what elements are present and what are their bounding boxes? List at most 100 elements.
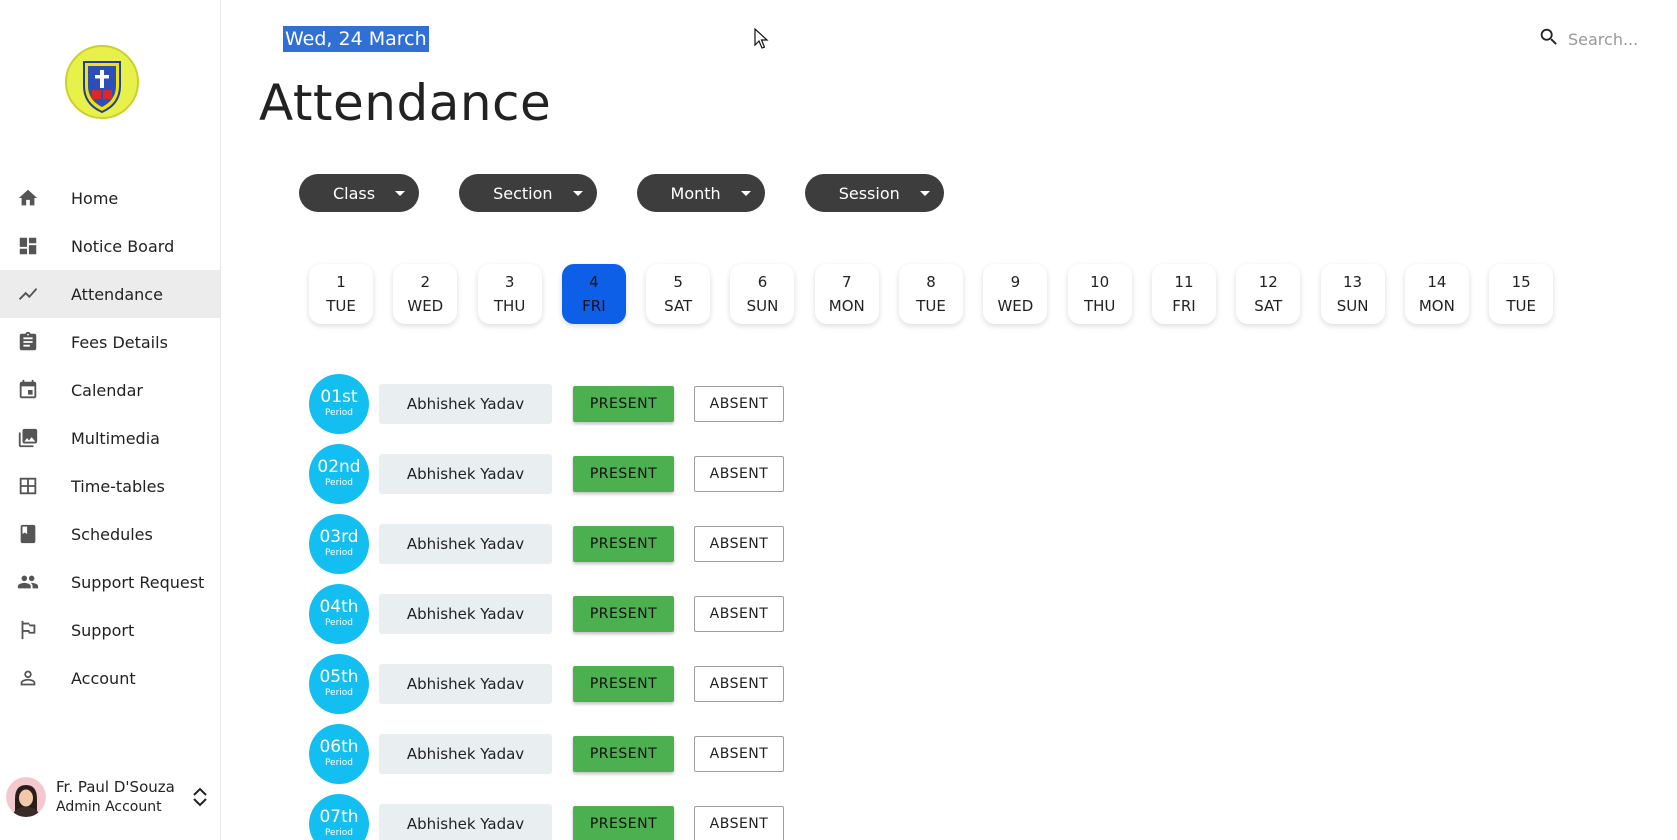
day-card[interactable]: 5 SAT bbox=[646, 264, 711, 324]
day-number: 12 bbox=[1258, 273, 1278, 291]
sidebar-item-account[interactable]: Account bbox=[0, 654, 220, 702]
period-badge: 05th Period bbox=[309, 654, 369, 714]
filter-bar: Class Section Month Session bbox=[299, 174, 944, 212]
sidebar-item-fees-details[interactable]: Fees Details bbox=[0, 318, 220, 366]
day-card[interactable]: 1 TUE bbox=[309, 264, 373, 324]
day-card[interactable]: 11 FRI bbox=[1151, 264, 1216, 324]
sidebar-item-time-tables[interactable]: Time-tables bbox=[0, 462, 220, 510]
day-card[interactable]: 15 TUE bbox=[1489, 264, 1554, 324]
month-dropdown-label: Month bbox=[670, 183, 721, 203]
section-dropdown[interactable]: Section bbox=[459, 174, 597, 212]
sidebar-item-calendar[interactable]: Calendar bbox=[0, 366, 220, 414]
unfold-icon[interactable] bbox=[190, 785, 210, 809]
caret-down-icon bbox=[395, 190, 406, 196]
day-number: 10 bbox=[1090, 273, 1110, 291]
absent-button[interactable]: ABSENT bbox=[694, 736, 784, 772]
day-card[interactable]: 9 WED bbox=[983, 264, 1048, 324]
day-number: 15 bbox=[1511, 273, 1531, 291]
period-caption: Period bbox=[324, 478, 354, 488]
day-card[interactable]: 2 WED bbox=[393, 264, 458, 324]
sidebar-item-label: Support Request bbox=[71, 572, 205, 592]
caret-down-icon bbox=[740, 190, 751, 196]
clipboard-icon bbox=[16, 330, 40, 354]
grid-icon bbox=[16, 474, 40, 498]
day-weekday: MON bbox=[1418, 297, 1455, 315]
absent-button[interactable]: ABSENT bbox=[694, 806, 784, 840]
day-card[interactable]: 14 MON bbox=[1404, 264, 1469, 324]
day-card[interactable]: 7 MON bbox=[814, 264, 879, 324]
absent-button[interactable]: ABSENT bbox=[694, 666, 784, 702]
day-weekday: TUE bbox=[1506, 297, 1536, 315]
sidebar-item-label: Fees Details bbox=[71, 332, 168, 352]
month-dropdown[interactable]: Month bbox=[636, 174, 765, 212]
day-card-selected[interactable]: 4 FRI bbox=[561, 264, 626, 324]
period-badge: 04th Period bbox=[309, 584, 369, 644]
period-badge: 07th Period bbox=[309, 794, 369, 840]
day-number: 13 bbox=[1343, 273, 1363, 291]
present-button[interactable]: PRESENT bbox=[573, 596, 674, 632]
user-name: Fr. Paul D'Souza bbox=[56, 778, 175, 796]
current-date: Wed, 24 March bbox=[283, 26, 429, 52]
day-card[interactable]: 10 THU bbox=[1067, 264, 1132, 324]
absent-button[interactable]: ABSENT bbox=[694, 526, 784, 562]
period-badge: 03rd Period bbox=[309, 514, 369, 574]
period-number: 07th bbox=[319, 807, 359, 827]
day-selector: 1 TUE 2 WED 3 THU 4 FRI 5 SAT 6 SUN 7 MON 8 TUE … bbox=[309, 264, 1573, 324]
day-number: 2 bbox=[420, 273, 431, 291]
day-card[interactable]: 8 TUE bbox=[899, 264, 964, 324]
class-dropdown-label: Class bbox=[333, 183, 376, 203]
day-card[interactable]: 12 SAT bbox=[1236, 264, 1301, 324]
day-weekday: WED bbox=[407, 297, 444, 315]
main-content: Wed, 24 March Attendance Class Section M… bbox=[221, 0, 1677, 840]
dashboard-icon bbox=[16, 234, 40, 258]
sidebar-item-label: Time-tables bbox=[71, 476, 165, 496]
day-card[interactable]: 3 THU bbox=[477, 264, 542, 324]
period-number: 05th bbox=[319, 667, 359, 687]
sidebar-item-support[interactable]: Support bbox=[0, 606, 220, 654]
page-title: Attendance bbox=[259, 74, 552, 132]
mouse-pointer-icon bbox=[754, 27, 770, 50]
present-button[interactable]: PRESENT bbox=[573, 666, 674, 702]
day-number: 1 bbox=[336, 273, 346, 291]
sidebar-item-label: Support bbox=[71, 620, 135, 640]
sidebar-item-label: Home bbox=[71, 188, 119, 208]
sidebar-item-schedules[interactable]: Schedules bbox=[0, 510, 220, 558]
sidebar-item-support-request[interactable]: Support Request bbox=[0, 558, 220, 606]
sidebar-item-attendance[interactable]: Attendance bbox=[0, 270, 220, 318]
day-card[interactable]: 13 SUN bbox=[1320, 264, 1385, 324]
sidebar-item-multimedia[interactable]: Multimedia bbox=[0, 414, 220, 462]
present-button[interactable]: PRESENT bbox=[573, 806, 674, 840]
day-number: 11 bbox=[1174, 273, 1194, 291]
user-menu[interactable]: Fr. Paul D'Souza Admin Account bbox=[0, 773, 220, 821]
sidebar-nav: Home Notice Board Attendance Fees Detail… bbox=[0, 174, 220, 702]
student-name: Abhishek Yadav bbox=[379, 454, 552, 494]
student-name: Abhishek Yadav bbox=[379, 524, 552, 564]
session-dropdown[interactable]: Session bbox=[804, 174, 944, 212]
period-badge: 06th Period bbox=[309, 724, 369, 784]
sidebar-item-notice-board[interactable]: Notice Board bbox=[0, 222, 220, 270]
absent-button[interactable]: ABSENT bbox=[694, 456, 784, 492]
period-number: 01st bbox=[320, 387, 358, 407]
sidebar: Home Notice Board Attendance Fees Detail… bbox=[0, 0, 221, 840]
caret-down-icon bbox=[919, 190, 930, 196]
sidebar-item-home[interactable]: Home bbox=[0, 174, 220, 222]
class-dropdown[interactable]: Class bbox=[299, 174, 420, 212]
sidebar-item-label: Account bbox=[71, 668, 136, 688]
absent-button[interactable]: ABSENT bbox=[694, 596, 784, 632]
day-weekday: SAT bbox=[664, 297, 693, 315]
user-role: Admin Account bbox=[56, 799, 162, 815]
present-button[interactable]: PRESENT bbox=[573, 386, 674, 422]
day-weekday: FRI bbox=[582, 297, 606, 315]
period-number: 06th bbox=[319, 737, 359, 757]
present-button[interactable]: PRESENT bbox=[573, 736, 674, 772]
day-weekday: SUN bbox=[1336, 297, 1369, 315]
absent-button[interactable]: ABSENT bbox=[694, 386, 784, 422]
present-button[interactable]: PRESENT bbox=[573, 526, 674, 562]
search-input[interactable] bbox=[1568, 29, 1668, 49]
period-caption: Period bbox=[324, 758, 354, 768]
day-card[interactable]: 6 SUN bbox=[730, 264, 795, 324]
period-badge: 01st Period bbox=[309, 374, 369, 434]
trending-icon bbox=[16, 282, 40, 306]
present-button[interactable]: PRESENT bbox=[573, 456, 674, 492]
search-icon[interactable] bbox=[1538, 26, 1560, 52]
